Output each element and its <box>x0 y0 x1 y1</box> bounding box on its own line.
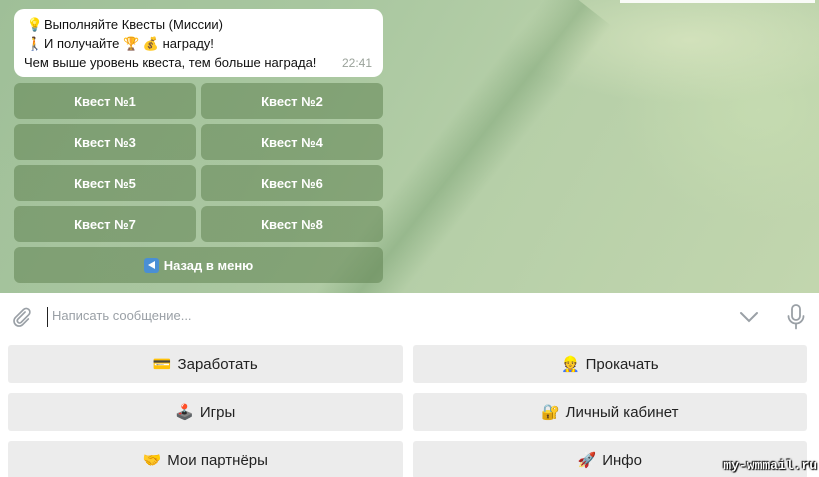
text-cursor <box>47 307 48 327</box>
message-text-1: Выполняйте Квесты (Миссии) <box>44 17 223 32</box>
message-line-2: 🚶 И получайте 🏆 💰 награду! <box>26 34 371 53</box>
personal-cabinet-button[interactable]: 🔐 Личный кабинет <box>412 393 807 431</box>
back-to-menu-label: Назад в меню <box>163 257 254 273</box>
chat-area: 💡 Выполняйте Квесты (Миссии) 🚶 И получай… <box>0 0 819 293</box>
inline-row-4: Квест №7 Квест №8 <box>14 206 383 242</box>
reply-row-3: 🤝 Мои партнёры 🚀 Инфо <box>8 441 807 477</box>
quest-5-button[interactable]: Квест №5 <box>14 165 196 201</box>
inline-keyboard: Квест №1 Квест №2 Квест №3 Квест №4 Квес… <box>14 83 383 288</box>
reply-keyboard: 💳 Заработать 👷 Прокачать 🕹️ Игры 🔐 Личны… <box>8 345 807 477</box>
worker-icon: 👷 <box>560 356 580 373</box>
message-input[interactable]: Написать сообщение... <box>52 308 192 323</box>
quest-7-button[interactable]: Квест №7 <box>14 206 196 242</box>
upgrade-button[interactable]: 👷 Прокачать <box>412 345 807 383</box>
partners-button[interactable]: 🤝 Мои партнёры <box>8 441 403 477</box>
walking-person-icon: 🚶 <box>26 36 44 51</box>
upgrade-label: Прокачать <box>585 355 659 373</box>
joystick-icon: 🕹️ <box>175 404 194 421</box>
personal-cabinet-label: Личный кабинет <box>565 403 679 421</box>
message-time: 22:41 <box>341 56 372 70</box>
quest-4-button[interactable]: Квест №4 <box>201 124 383 160</box>
inline-row-3: Квест №5 Квест №6 <box>14 165 383 201</box>
rocket-icon: 🚀 <box>577 452 597 469</box>
games-button[interactable]: 🕹️ Игры <box>8 393 403 431</box>
bot-message: 💡 Выполняйте Квесты (Миссии) 🚶 И получай… <box>14 9 383 77</box>
message-text-2a: И получайте <box>44 36 120 51</box>
money-bag-icon: 💰 <box>142 36 159 51</box>
partners-label: Мои партнёры <box>167 451 268 469</box>
chevron-down-icon[interactable] <box>738 307 760 327</box>
quest-1-button[interactable]: Квест №1 <box>14 83 196 119</box>
info-label: Инфо <box>602 451 642 469</box>
quest-6-button[interactable]: Квест №6 <box>201 165 383 201</box>
paperclip-icon[interactable] <box>10 305 32 329</box>
back-to-menu-button[interactable]: Назад в меню <box>14 247 383 283</box>
message-line-1: 💡 Выполняйте Квесты (Миссии) <box>26 15 371 34</box>
message-text-3: Чем выше уровень квеста, тем больше нагр… <box>24 55 317 70</box>
credit-card-icon: 💳 <box>152 356 172 373</box>
quest-2-button[interactable]: Квест №2 <box>201 83 383 119</box>
quest-8-button[interactable]: Квест №8 <box>201 206 383 242</box>
inline-row-2: Квест №3 Квест №4 <box>14 124 383 160</box>
message-line-3: Чем выше уровень квеста, тем больше нагр… <box>24 53 371 72</box>
quest-3-button[interactable]: Квест №3 <box>14 124 196 160</box>
reply-row-2: 🕹️ Игры 🔐 Личный кабинет <box>8 393 807 431</box>
message-input-bar: Написать сообщение... <box>0 293 819 341</box>
reply-row-1: 💳 Заработать 👷 Прокачать <box>8 345 807 383</box>
games-label: Игры <box>199 403 236 421</box>
handshake-icon: 🤝 <box>142 452 162 469</box>
earn-button[interactable]: 💳 Заработать <box>8 345 403 383</box>
lightbulb-icon: 💡 <box>26 17 44 32</box>
microphone-icon[interactable] <box>786 303 806 331</box>
trophy-icon: 🏆 <box>122 36 140 51</box>
inline-row-5: Назад в меню <box>14 247 383 283</box>
message-text-2b: награду! <box>162 36 214 51</box>
earn-label: Заработать <box>177 355 258 373</box>
watermark: my-wmmail.ru <box>723 458 817 473</box>
inline-row-1: Квест №1 Квест №2 <box>14 83 383 119</box>
lock-key-icon: 🔐 <box>540 404 560 421</box>
arrow-left-box-icon <box>143 257 159 273</box>
